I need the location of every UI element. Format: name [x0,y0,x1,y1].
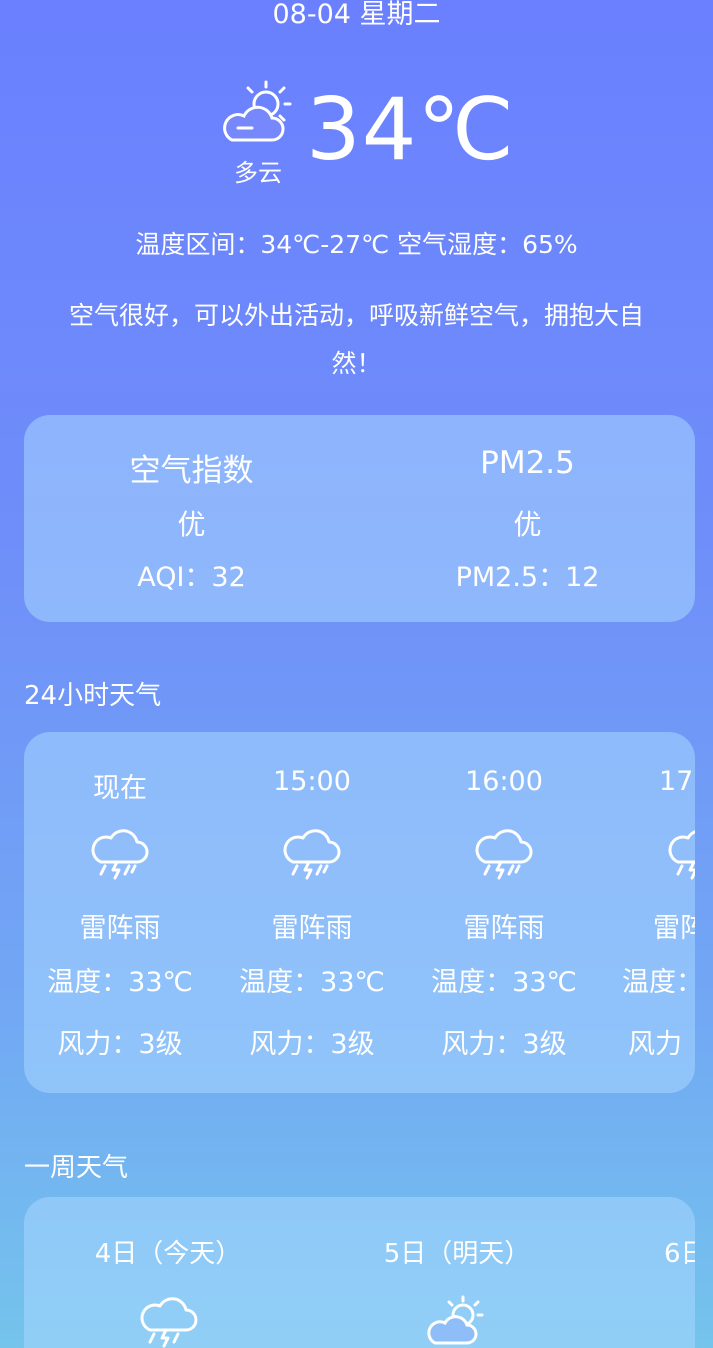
hour-wind: 风力 [628,1029,682,1060]
hour-condition: 雷阵雨 [79,913,161,944]
hour-condition: 雷阵雨 [271,913,353,944]
current-temperature: 34℃ [306,80,516,180]
thunderstorm-icon [91,829,149,880]
hour-condition: 雷阵雨 [463,913,545,944]
hour-wind: 风力：3级 [249,1029,375,1060]
hourly-forecast-card[interactable]: 现在 雷阵雨 温度：33℃ 风力：3级 15:00 雷阵雨 温度：33℃ 风力：… [24,732,695,1093]
partly-cloudy-icon [223,80,292,142]
hour-time: 15:00 [273,766,351,797]
day-label: 4日（今天） [94,1239,242,1269]
hour-wind: 风力：3级 [57,1029,183,1060]
hour-wind: 风力：3级 [441,1029,567,1060]
thunderstorm-icon [475,829,533,880]
thunderstorm-icon [140,1297,198,1348]
weekly-forecast-card[interactable]: 4日（今天） 5日（明天） 6日 [24,1197,695,1348]
aqi-value: AQI：32 [137,562,246,593]
temperature-range: 温度区间：34℃-27℃ 空气湿度：65% [135,230,578,259]
pm25-title: PM2.5 [480,445,575,481]
advice-text: 空气很好，可以外出活动，呼吸新鲜空气，拥抱大自然！ [68,301,644,378]
hour-temperature: 温度：33℃ [47,967,193,998]
day-label: 6日 [664,1239,695,1269]
thunderstorm-icon [283,829,341,880]
partly-cloudy-icon [427,1295,484,1345]
hour-condition: 雷阵 [653,913,695,944]
day-label: 5日（明天） [383,1239,531,1269]
hour-time: 16:00 [465,766,543,797]
pm25-level: 优 [513,508,542,541]
weekly-section-title: 一周天气 [24,1153,129,1183]
hour-time: 现在 [93,773,147,804]
current-condition: 多云 [234,159,282,187]
aqi-title: 空气指数 [129,453,254,489]
air-quality-card: 空气指数 优 AQI：32 PM2.5 优 PM2.5：12 [24,415,695,622]
hour-temperature: 温度：33℃ [431,967,577,998]
hourly-section-title: 24小时天气 [24,681,162,711]
hour-time: 17: [659,766,695,797]
hour-temperature: 温度：33℃ [239,967,385,998]
pm25-value: PM2.5：12 [455,562,600,593]
date-label: 08-04 星期二 [272,0,441,30]
thunderstorm-icon [668,830,695,880]
hour-temperature: 温度： [622,967,695,998]
aqi-level: 优 [177,508,206,541]
